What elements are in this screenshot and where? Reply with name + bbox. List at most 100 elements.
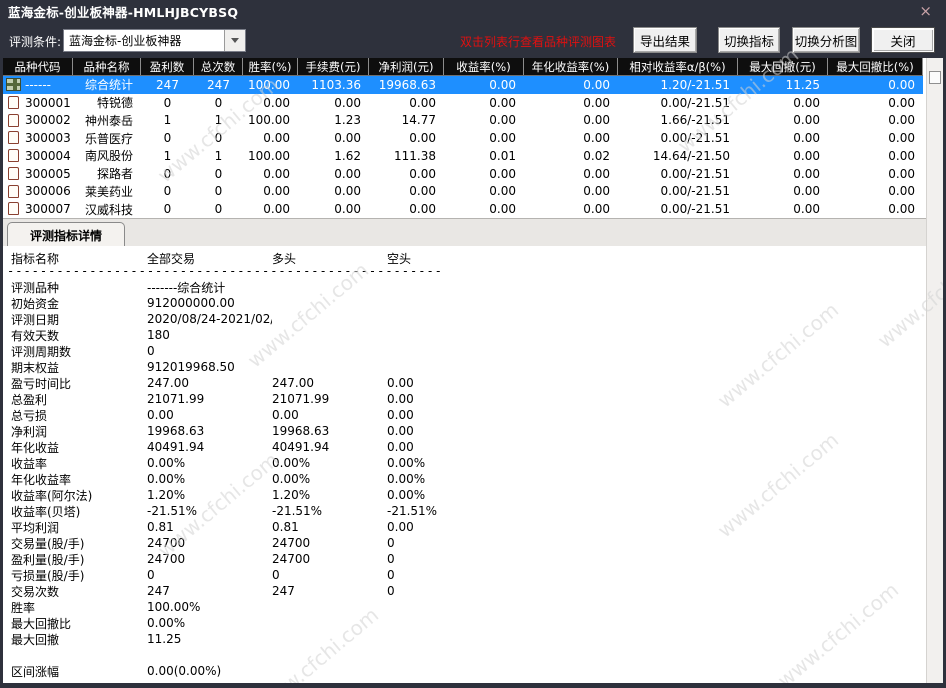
name-cell: 莱美药业	[84, 184, 133, 199]
column-header[interactable]: 胜率(%)	[243, 58, 298, 75]
detail-long-value: 0.00	[272, 408, 299, 422]
detail-label: 最大回撤比	[11, 616, 72, 631]
table-row[interactable]: 300005 探路者 0 0 0.00 0.00 0.00 0.00 0.00 0.00/-21.…	[3, 164, 923, 183]
close-icon[interactable]: ×	[913, 3, 938, 19]
value-cell: 1.23	[334, 113, 361, 128]
column-header[interactable]: 盈利数	[141, 58, 194, 75]
table-row[interactable]: 300004 南风股份 1 1 100.00 1.62 111.38 0.01 0.02 14.6…	[3, 147, 923, 165]
value-cell: 0.00	[263, 131, 290, 146]
value-cell: 0	[214, 184, 223, 199]
column-header[interactable]: 手续费(元)	[298, 58, 369, 75]
detail-all-value: 912019968.50	[147, 360, 235, 374]
value-cell: 1103.36	[311, 77, 361, 92]
detail-long-value: 24700	[272, 552, 311, 566]
detail-all-value: 247	[147, 584, 170, 598]
detail-row	[3, 647, 926, 663]
detail-row: 盈亏时间比 247.00 247.00 0.00	[3, 375, 926, 391]
detail-all-value: 247.00	[147, 376, 189, 390]
code-text: 300005	[25, 166, 71, 181]
detail-row: 年化收益 40491.94 40491.94 0.00	[3, 439, 926, 455]
toolbar: 评测条件: 蓝海金标-创业板神器 双击列表行查看品种评测图表 导出结果 切换指标…	[3, 22, 943, 58]
detail-short-value: 0.00	[387, 520, 414, 534]
table-row[interactable]: 300007 汉威科技 0 0 0.00 0.00 0.00 0.00 0.00 0.00/-21…	[3, 200, 923, 218]
details-col-long: 多头	[272, 251, 297, 266]
value-cell: 0.00	[263, 166, 290, 181]
close-button[interactable]: 关闭	[871, 27, 935, 53]
value-cell: 11.25	[785, 77, 820, 92]
switch-indicator-button[interactable]: 切换指标	[718, 27, 780, 53]
results-table: 品种代码 品种名称 盈利数 总次数 胜率(%) 手续费(元) 净利润(元) 收益率(%) 年化收…	[3, 58, 923, 218]
detail-row: 收益率(贝塔) -21.51% -21.51% -21.51%	[3, 503, 926, 519]
chevron-down-icon[interactable]	[224, 30, 245, 51]
value-cell: 111.38	[394, 148, 436, 163]
detail-label: 盈利量(股/手)	[11, 552, 85, 567]
condition-select[interactable]: 蓝海金标-创业板神器	[63, 29, 246, 52]
details-col-short: 空头	[387, 251, 412, 266]
detail-short-value: 0.00	[387, 424, 414, 438]
detail-row: 交易次数 247 247 0	[3, 583, 926, 599]
detail-all-value: 24700	[147, 536, 186, 550]
column-header[interactable]: 年化收益率(%)	[524, 58, 618, 75]
detail-short-value: 0.00	[387, 408, 414, 422]
detail-all-value: 0	[147, 568, 155, 582]
name-cell: 神州泰岳	[84, 113, 133, 128]
column-header[interactable]: 总次数	[194, 58, 243, 75]
detail-all-value: 19968.63	[147, 424, 205, 438]
table-row[interactable]: 300001 特锐德 0 0 0.00 0.00 0.00 0.00 0.00 0.00/-21.…	[3, 93, 923, 112]
value-cell: 100.00	[248, 77, 290, 92]
detail-short-value: 0.00%	[387, 472, 426, 486]
detail-row: 净利润 19968.63 19968.63 0.00	[3, 423, 926, 439]
detail-all-value: 11.25	[147, 632, 182, 646]
code-text: 300004	[25, 148, 71, 163]
details-panel: 指标名称 全部交易 多头 空头 ------------------------…	[3, 246, 926, 682]
export-results-button[interactable]: 导出结果	[633, 27, 697, 53]
column-header[interactable]: 净利润(元)	[369, 58, 444, 75]
value-cell: 0	[214, 166, 223, 181]
code-text: 300002	[25, 113, 71, 128]
column-header[interactable]: 最大回撤比(%)	[828, 58, 923, 75]
detail-short-value: 0	[387, 536, 395, 550]
detail-row: 交易量(股/手) 24700 24700 0	[3, 535, 926, 551]
value-cell: 0.00	[489, 131, 516, 146]
detail-long-value: 0.00%	[272, 472, 311, 486]
value-cell: 1	[163, 148, 172, 163]
code-cell: 300006	[3, 183, 73, 201]
code-cell: 300001	[3, 94, 73, 112]
detail-label: 收益率(贝塔)	[11, 504, 81, 519]
tab-indicator-details[interactable]: 评测指标详情	[7, 222, 125, 247]
value-cell: 0.00	[793, 148, 820, 163]
column-header[interactable]: 收益率(%)	[444, 58, 524, 75]
switch-analysis-chart-button[interactable]: 切换分析图	[792, 27, 860, 53]
table-row[interactable]: ------ 综合统计 247 247 100.00 1103.36 19968.63 0.0…	[3, 76, 923, 94]
name-cell: 乐普医疗	[84, 131, 133, 146]
table-row[interactable]: 300006 莱美药业 0 0 0.00 0.00 0.00 0.00 0.00 0.00/-21…	[3, 182, 923, 201]
column-header[interactable]: 相对收益率α/β(%)	[618, 58, 738, 75]
value-cell: 0.00	[583, 77, 610, 92]
column-header[interactable]: 最大回撤(元)	[738, 58, 828, 75]
value-cell: 0	[214, 95, 223, 110]
value-cell: 0.00	[263, 202, 290, 217]
vertical-scrollbar[interactable]	[926, 58, 943, 683]
detail-all-value: 0.00%	[147, 472, 186, 486]
detail-short-value: 0	[387, 552, 395, 566]
detail-long-value: 24700	[272, 536, 311, 550]
table-row[interactable]: 300003 乐普医疗 0 0 0.00 0.00 0.00 0.00 0.00 0.00/-21…	[3, 129, 923, 147]
detail-label: 评测品种	[11, 280, 60, 295]
detail-label: 胜率	[11, 600, 36, 615]
column-header[interactable]: 品种代码	[3, 58, 73, 75]
value-cell: 247	[156, 77, 179, 92]
detail-all-value: -21.51%	[147, 504, 198, 518]
detail-all-value: 24700	[147, 552, 186, 566]
column-header[interactable]: 品种名称	[73, 58, 141, 75]
document-icon	[8, 131, 19, 145]
value-cell: 0.00	[888, 113, 915, 128]
detail-label: 年化收益率	[11, 472, 72, 487]
detail-row: 收益率(阿尔法) 1.20% 1.20% 0.00%	[3, 487, 926, 503]
detail-row: 评测品种 -------综合统计	[3, 279, 926, 295]
detail-all-value: 0	[147, 344, 155, 358]
scrollbar-thumb[interactable]	[929, 71, 941, 84]
value-cell: 0.00	[583, 131, 610, 146]
value-cell: 0.00	[489, 202, 516, 217]
table-row[interactable]: 300002 神州泰岳 1 1 100.00 1.23 14.77 0.00 0.00 1.66/…	[3, 111, 923, 130]
value-cell: 0	[214, 202, 223, 217]
